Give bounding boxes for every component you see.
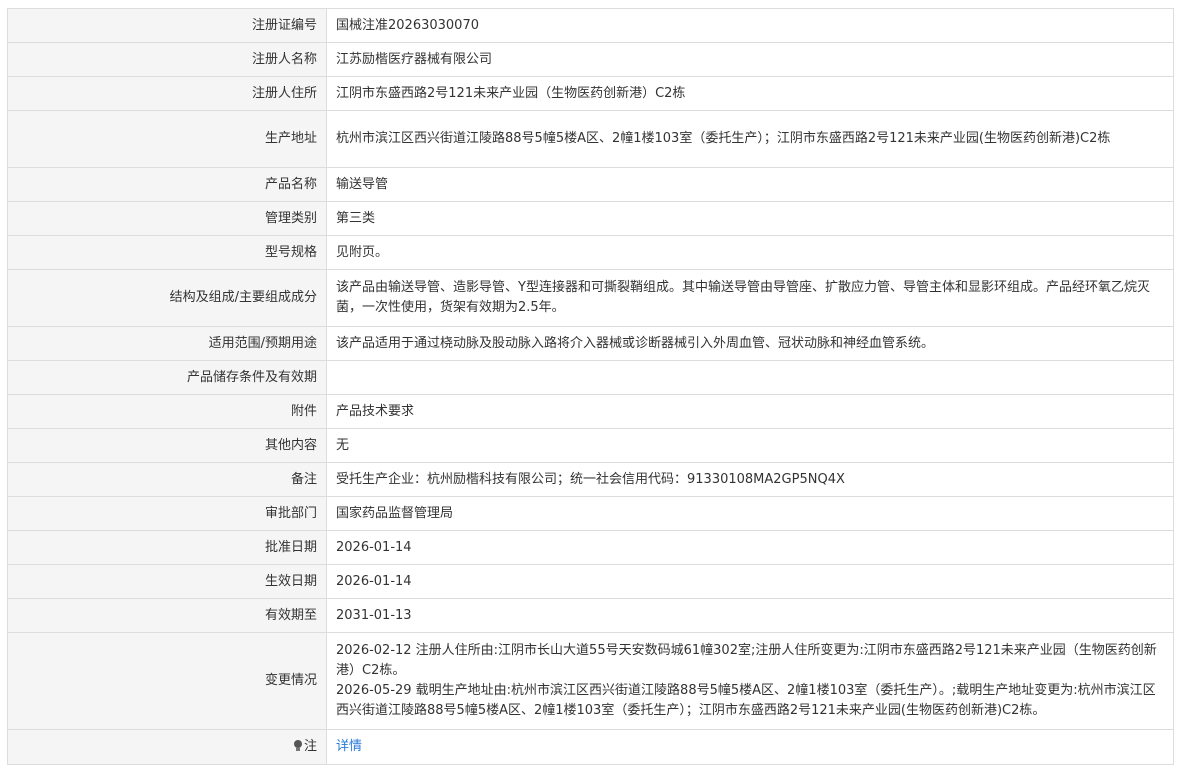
row-note: 注 详情 bbox=[7, 729, 1174, 765]
row-label: 变更情况 bbox=[7, 632, 327, 730]
row-value: 江阴市东盛西路2号121未来产业园（生物医药创新港）C2栋 bbox=[326, 76, 1174, 111]
row-value: 受托生产企业：杭州励楷科技有限公司；统一社会信用代码：91330108MA2GP… bbox=[326, 462, 1174, 497]
row-value: 2026-01-14 bbox=[326, 564, 1174, 599]
row-registrant-name: 注册人名称 江苏励楷医疗器械有限公司 bbox=[7, 42, 1174, 77]
row-label: 生产地址 bbox=[7, 110, 327, 168]
row-attachment: 附件 产品技术要求 bbox=[7, 394, 1174, 429]
note-value-cell: 详情 bbox=[326, 729, 1174, 765]
row-registrant-address: 注册人住所 江阴市东盛西路2号121未来产业园（生物医药创新港）C2栋 bbox=[7, 76, 1174, 111]
row-effective-date: 生效日期 2026-01-14 bbox=[7, 564, 1174, 599]
row-expiry-date: 有效期至 2031-01-13 bbox=[7, 598, 1174, 633]
row-management-category: 管理类别 第三类 bbox=[7, 201, 1174, 236]
row-label: 附件 bbox=[7, 394, 327, 429]
note-label-cell: 注 bbox=[7, 729, 327, 765]
row-production-address: 生产地址 杭州市滨江区西兴街道江陵路88号5幢5楼A区、2幢1楼103室（委托生… bbox=[7, 110, 1174, 168]
details-link[interactable]: 详情 bbox=[336, 739, 362, 754]
row-label: 产品储存条件及有效期 bbox=[7, 360, 327, 395]
row-label: 批准日期 bbox=[7, 530, 327, 565]
row-product-name: 产品名称 输送导管 bbox=[7, 167, 1174, 202]
row-label: 生效日期 bbox=[7, 564, 327, 599]
row-intended-use: 适用范围/预期用途 该产品适用于通过桡动脉及股动脉入路将介入器械或诊断器械引入外… bbox=[7, 326, 1174, 361]
row-value: 国家药品监督管理局 bbox=[326, 496, 1174, 531]
row-label: 管理类别 bbox=[7, 201, 327, 236]
row-registration-number: 注册证编号 国械注准20263030070 bbox=[7, 8, 1174, 43]
row-value: 第三类 bbox=[326, 201, 1174, 236]
row-label: 结构及组成/主要组成成分 bbox=[7, 269, 327, 327]
row-approval-department: 审批部门 国家药品监督管理局 bbox=[7, 496, 1174, 531]
row-label: 适用范围/预期用途 bbox=[7, 326, 327, 361]
row-label: 型号规格 bbox=[7, 235, 327, 270]
row-label: 其他内容 bbox=[7, 428, 327, 463]
row-model-spec: 型号规格 见附页。 bbox=[7, 235, 1174, 270]
row-label: 注册人住所 bbox=[7, 76, 327, 111]
change-entry: 2026-05-29 载明生产地址由:杭州市滨江区西兴街道江陵路88号5幢5楼A… bbox=[336, 683, 1156, 718]
row-label: 备注 bbox=[7, 462, 327, 497]
registration-detail-table: 注册证编号 国械注准20263030070 注册人名称 江苏励楷医疗器械有限公司… bbox=[7, 8, 1174, 765]
row-value: 国械注准20263030070 bbox=[326, 8, 1174, 43]
row-value: 该产品适用于通过桡动脉及股动脉入路将介入器械或诊断器械引入外周血管、冠状动脉和神… bbox=[326, 326, 1174, 361]
row-value: 2026-01-14 bbox=[326, 530, 1174, 565]
row-label: 有效期至 bbox=[7, 598, 327, 633]
row-label: 注册证编号 bbox=[7, 8, 327, 43]
row-value: 输送导管 bbox=[326, 167, 1174, 202]
row-structure-composition: 结构及组成/主要组成成分 该产品由输送导管、造影导管、Y型连接器和可撕裂鞘组成。… bbox=[7, 269, 1174, 327]
row-other-content: 其他内容 无 bbox=[7, 428, 1174, 463]
row-value: 江苏励楷医疗器械有限公司 bbox=[326, 42, 1174, 77]
row-change-history: 变更情况 2026-02-12 注册人住所由:江阴市长山大道55号天安数码城61… bbox=[7, 632, 1174, 730]
lightbulb-icon bbox=[293, 740, 302, 751]
row-label: 注册人名称 bbox=[7, 42, 327, 77]
row-approval-date: 批准日期 2026-01-14 bbox=[7, 530, 1174, 565]
row-remarks: 备注 受托生产企业：杭州励楷科技有限公司；统一社会信用代码：91330108MA… bbox=[7, 462, 1174, 497]
row-value: 2031-01-13 bbox=[326, 598, 1174, 633]
row-value: 产品技术要求 bbox=[326, 394, 1174, 429]
change-entry: 2026-02-12 注册人住所由:江阴市长山大道55号天安数码城61幢302室… bbox=[336, 643, 1157, 678]
row-value: 杭州市滨江区西兴街道江陵路88号5幢5楼A区、2幢1楼103室（委托生产）；江阴… bbox=[326, 110, 1174, 168]
row-value: 见附页。 bbox=[326, 235, 1174, 270]
row-value: 无 bbox=[326, 428, 1174, 463]
note-label: 注 bbox=[303, 739, 317, 754]
row-label: 审批部门 bbox=[7, 496, 327, 531]
row-value bbox=[326, 360, 1174, 395]
row-storage-conditions: 产品储存条件及有效期 bbox=[7, 360, 1174, 395]
row-value: 该产品由输送导管、造影导管、Y型连接器和可撕裂鞘组成。其中输送导管由导管座、扩散… bbox=[326, 269, 1174, 327]
row-label: 产品名称 bbox=[7, 167, 327, 202]
change-history-list: 2026-02-12 注册人住所由:江阴市长山大道55号天安数码城61幢302室… bbox=[326, 632, 1174, 730]
